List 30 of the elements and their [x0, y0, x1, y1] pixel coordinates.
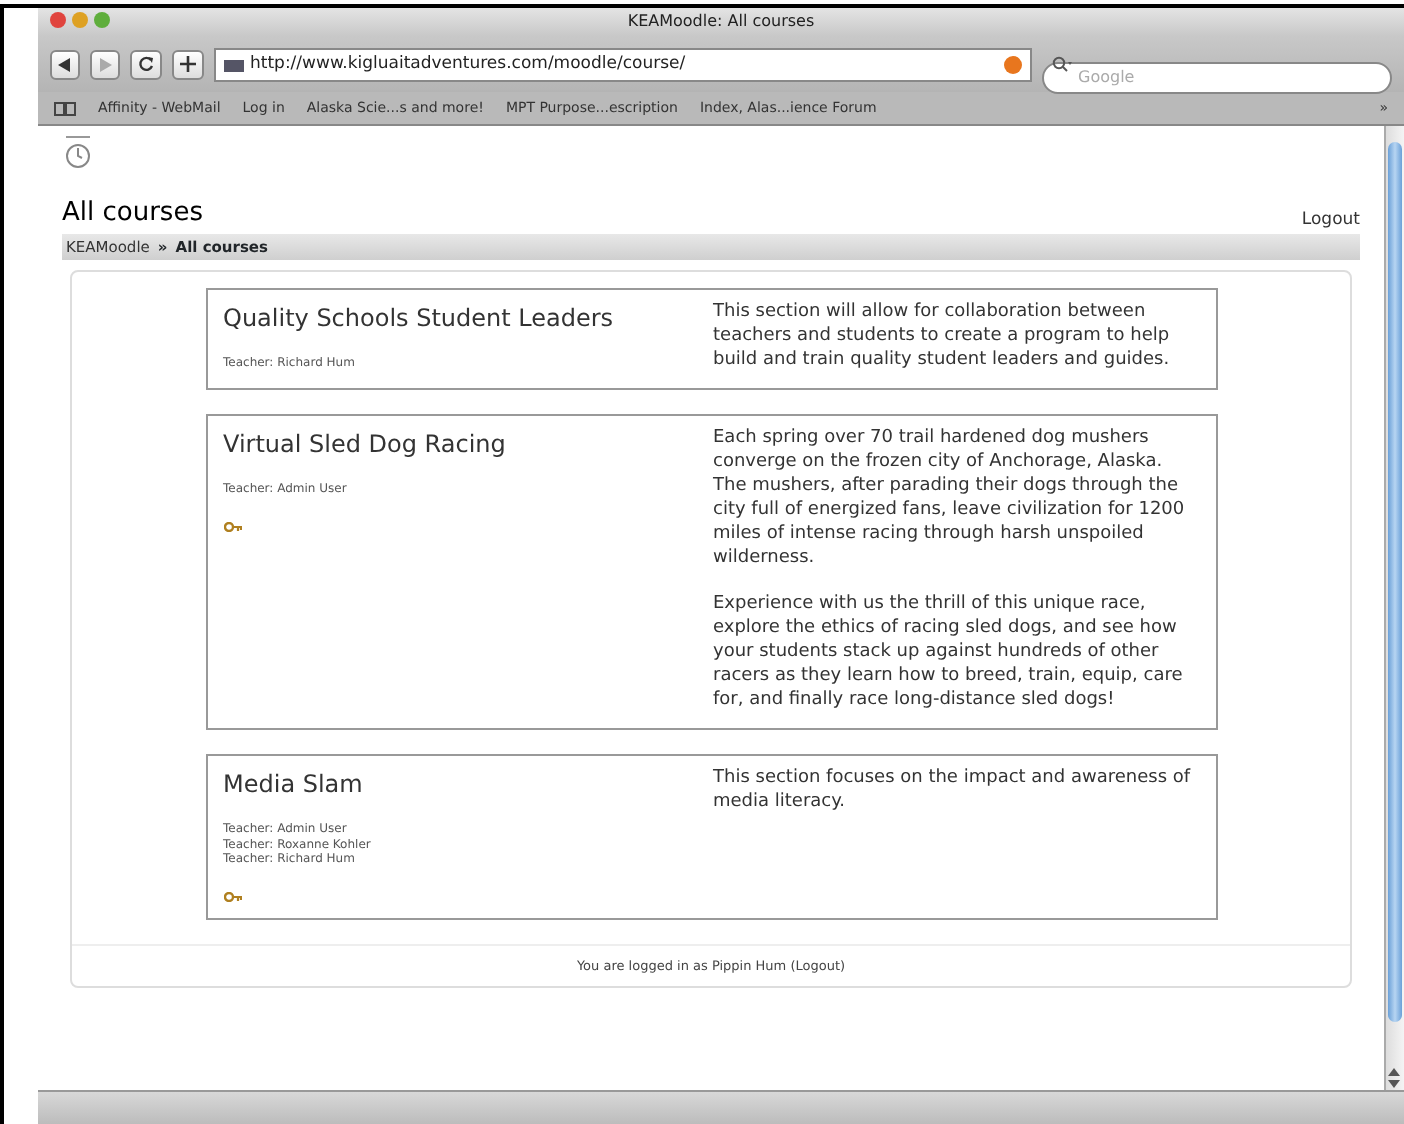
zoom-button[interactable]	[94, 12, 110, 28]
course-link[interactable]: Virtual Sled Dog Racing	[223, 425, 506, 462]
reload-icon	[138, 56, 154, 72]
book-icon[interactable]	[54, 101, 76, 115]
url-text: http://www.kigluaitadventures.com/moodle/course/	[250, 51, 686, 77]
reload-button[interactable]	[130, 49, 162, 79]
address-field[interactable]: http://www.kigluaitadventures.com/moodle/course/	[214, 47, 1032, 81]
forward-icon	[98, 57, 112, 71]
course-link[interactable]: Quality Schools Student Leaders	[223, 299, 614, 336]
close-button[interactable]	[50, 12, 66, 28]
course-link[interactable]: Media Slam	[223, 765, 363, 802]
course-description: Each spring over 70 trail hardened dog mushers converge on the frozen city of Anchorage, Alaska. The mushers, after parading their dogs through the city full of energized fans, leave civilization for 1200 miles of intense racing through harsh unspoiled wilderness.	[713, 425, 1187, 570]
site-icon	[224, 57, 244, 71]
search-field[interactable]: Google	[1042, 61, 1392, 93]
add-bookmark-button[interactable]	[172, 49, 204, 79]
logout-link[interactable]: Logout	[1301, 207, 1360, 233]
forward-button[interactable]	[90, 49, 120, 79]
scrollbar-thumb[interactable]	[1388, 142, 1402, 1022]
search-icon	[1052, 56, 1072, 72]
scrollbar[interactable]	[1384, 126, 1404, 1090]
rss-icon	[1004, 55, 1022, 73]
plus-icon	[180, 56, 196, 72]
window-title: KEAMoodle: All courses	[627, 10, 815, 34]
course-description: Experience with us the thrill of this unique race, explore the ethics of racing sled dogs, and see how your students stack up against hundreds of other racers as they learn how to breed, train, equip, care for, and finally race long-distance sled dogs!	[713, 591, 1185, 712]
page-title: All courses	[62, 196, 203, 232]
course-description: This section will allow for collaboration between teachers and students to create a program to help build and train quality student leaders and guides.	[713, 299, 1172, 372]
logo-icon[interactable]	[62, 134, 94, 170]
back-icon	[58, 57, 72, 71]
course-description: This section focuses on the impact and awareness of media literacy.	[713, 765, 1193, 814]
back-button[interactable]	[50, 49, 80, 79]
